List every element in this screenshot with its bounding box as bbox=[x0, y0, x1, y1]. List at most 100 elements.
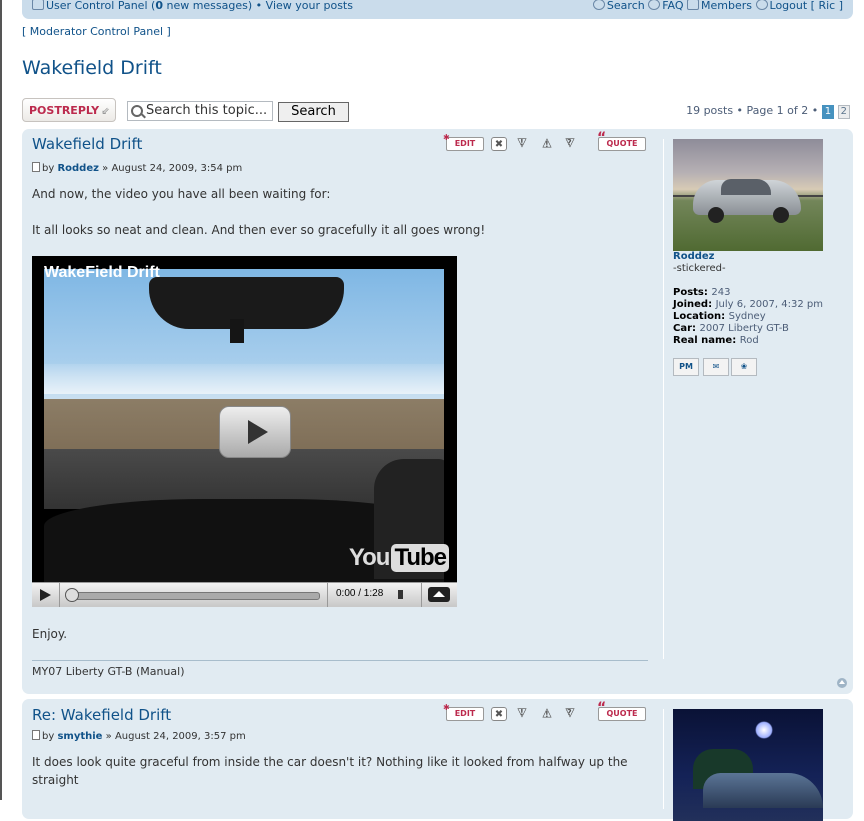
post-text: It does look quite graceful from inside … bbox=[32, 755, 628, 769]
post-text: straight bbox=[32, 773, 79, 787]
pagination-text: 19 posts • Page 1 of 2 • bbox=[686, 104, 819, 117]
logout-link[interactable]: Logout [ Ric ] bbox=[770, 0, 843, 12]
quote-icon: “ bbox=[597, 130, 607, 146]
post-date: » August 24, 2009, 3:57 pm bbox=[105, 731, 246, 742]
realname-label: Real name: bbox=[673, 335, 737, 346]
ucp-link[interactable]: User Control Panel bbox=[46, 0, 148, 12]
youtube-video-player[interactable]: WakeField Drift You Tube 0:00 / 1:28 bbox=[32, 256, 457, 607]
report-button[interactable]: ▽! bbox=[514, 706, 530, 720]
edit-button[interactable]: ✱ EDIT bbox=[443, 703, 484, 721]
youtube-logo[interactable]: You Tube bbox=[349, 544, 449, 572]
navbar-right: Search FAQ Members Logout [ Ric ] bbox=[592, 0, 843, 12]
posts-label: Posts: bbox=[673, 287, 708, 298]
search-icon bbox=[592, 0, 605, 10]
profile-car: Car: 2007 Liberty GT-B bbox=[673, 323, 789, 334]
post-1: Wakefield Drift ✱ EDIT ✖ ▽! △! ▽? “QUOTE … bbox=[22, 129, 853, 694]
video-play-icon[interactable] bbox=[219, 406, 291, 458]
yt-you: You bbox=[348, 544, 391, 571]
post-reply-label: POSTREPLY bbox=[29, 104, 100, 117]
author-by: by bbox=[42, 163, 55, 174]
post-date: » August 24, 2009, 3:54 pm bbox=[102, 163, 243, 174]
view-posts-link[interactable]: View your posts bbox=[266, 0, 353, 12]
video-controls: 0:00 / 1:28 bbox=[32, 582, 457, 607]
profile-joined: Joined: July 6, 2007, 4:32 pm bbox=[673, 299, 823, 310]
reply-arrow-icon: ⇙ bbox=[101, 106, 110, 117]
avatar-streetlight bbox=[755, 721, 773, 739]
controls-divider bbox=[327, 583, 328, 607]
location-value: Sydney bbox=[728, 311, 766, 322]
volume-icon[interactable] bbox=[398, 590, 412, 599]
new-messages-link[interactable]: new messages bbox=[166, 0, 247, 12]
navbar-left: User Control Panel (0 new messages) • Vi… bbox=[32, 0, 353, 12]
members-link[interactable]: Members bbox=[701, 0, 752, 12]
video-frame[interactable] bbox=[44, 269, 444, 582]
quote-button[interactable]: “QUOTE bbox=[597, 131, 646, 151]
edit-button[interactable]: ✱ EDIT bbox=[443, 133, 484, 151]
video-progress-track[interactable] bbox=[66, 592, 320, 600]
post-text: It all looks so neat and clean. And then… bbox=[32, 223, 486, 237]
search-link[interactable]: Search bbox=[607, 0, 645, 12]
post-title[interactable]: Wakefield Drift bbox=[32, 135, 142, 153]
author-link[interactable]: smythie bbox=[57, 731, 102, 742]
post-icon bbox=[32, 162, 40, 172]
video-clouds bbox=[44, 364, 444, 394]
report-mark: ! bbox=[520, 138, 524, 147]
search-topic-input[interactable]: Search this topic... bbox=[127, 101, 273, 121]
edit-star-icon: ✱ bbox=[443, 703, 450, 712]
posts-value[interactable]: 243 bbox=[711, 287, 730, 298]
post-reply-button[interactable]: POSTREPLY ⇙ bbox=[22, 98, 116, 122]
signature: MY07 Liberty GT-B (Manual) bbox=[32, 665, 185, 678]
post-title[interactable]: Re: Wakefield Drift bbox=[32, 706, 171, 724]
info-mark: ? bbox=[567, 138, 572, 147]
delete-button[interactable]: ✖ bbox=[491, 707, 507, 721]
video-time: 0:00 / 1:28 bbox=[336, 588, 384, 599]
page-2-link[interactable]: 2 bbox=[837, 105, 850, 119]
new-messages-count[interactable]: 0 bbox=[155, 0, 163, 12]
profile-divider bbox=[663, 139, 664, 659]
pm-button[interactable]: PM bbox=[673, 358, 699, 376]
post-text: Enjoy. bbox=[32, 627, 68, 641]
quote-button[interactable]: “QUOTE bbox=[597, 701, 646, 721]
video-title[interactable]: WakeField Drift bbox=[44, 264, 160, 282]
page-title[interactable]: Wakefield Drift bbox=[22, 57, 162, 79]
post-author-line: by Roddez » August 24, 2009, 3:54 pm bbox=[32, 162, 242, 174]
post-text: And now, the video you have all been wai… bbox=[32, 187, 331, 201]
report-mark: ! bbox=[520, 708, 524, 717]
info-button[interactable]: ▽? bbox=[562, 706, 578, 720]
video-scrubber[interactable] bbox=[65, 588, 79, 602]
post-author-line: by smythie » August 24, 2009, 3:57 pm bbox=[32, 730, 246, 742]
search-topic-value: Search this topic... bbox=[146, 103, 268, 118]
warn-button[interactable]: △! bbox=[539, 136, 555, 150]
email-icon[interactable]: ✉ bbox=[703, 358, 729, 376]
faq-icon bbox=[648, 0, 661, 10]
warn-button[interactable]: △! bbox=[539, 706, 555, 720]
author-by: by bbox=[42, 731, 55, 742]
expand-icon[interactable] bbox=[428, 587, 450, 602]
back-to-top-icon[interactable] bbox=[837, 678, 847, 688]
car-label: Car: bbox=[673, 323, 697, 334]
car-value: 2007 Liberty GT-B bbox=[699, 323, 789, 334]
profile-username[interactable]: Roddez bbox=[673, 251, 715, 262]
video-mirror bbox=[149, 277, 344, 329]
report-button[interactable]: ▽! bbox=[514, 136, 530, 150]
warn-mark: ! bbox=[545, 140, 549, 149]
msn-icon[interactable]: ❀ bbox=[731, 358, 757, 376]
delete-button[interactable]: ✖ bbox=[491, 137, 507, 151]
quote-icon: “ bbox=[597, 700, 607, 716]
moderator-control-panel-link[interactable]: [ Moderator Control Panel ] bbox=[22, 25, 171, 38]
search-button[interactable]: Search bbox=[278, 102, 349, 122]
quote-label: QUOTE bbox=[606, 709, 638, 718]
controls-divider bbox=[421, 583, 422, 607]
info-button[interactable]: ▽? bbox=[562, 136, 578, 150]
joined-value: July 6, 2007, 4:32 pm bbox=[715, 299, 823, 310]
faq-link[interactable]: FAQ bbox=[662, 0, 683, 12]
avatar bbox=[673, 709, 823, 821]
signature-divider bbox=[32, 660, 648, 661]
profile-divider bbox=[663, 709, 664, 809]
edit-label: EDIT bbox=[454, 139, 476, 148]
navbar: User Control Panel (0 new messages) • Vi… bbox=[22, 0, 853, 19]
author-link[interactable]: Roddez bbox=[57, 163, 99, 174]
play-icon[interactable] bbox=[40, 589, 51, 601]
profile-posts: Posts: 243 bbox=[673, 287, 730, 298]
edit-label: EDIT bbox=[454, 709, 476, 718]
